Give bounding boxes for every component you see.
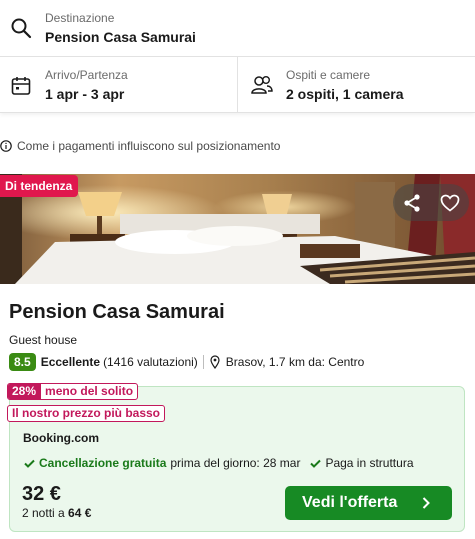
payment-ranking-text: Come i pagamenti influiscono sul posizio…	[17, 139, 281, 153]
trending-badge: Di tendenza	[0, 175, 79, 197]
payment-ranking-info[interactable]: Come i pagamenti influiscono sul posizio…	[0, 138, 280, 154]
hotel-type: Guest house	[9, 333, 78, 347]
rating-score-badge: 8.5	[9, 352, 36, 371]
location-text: Brasov, 1.7 km da: Centro	[225, 354, 365, 369]
destination-value: Pension Casa Samurai	[45, 29, 196, 45]
best-price-badge: Il nostro prezzo più basso	[7, 405, 166, 422]
destination-label: Destinazione	[45, 11, 115, 25]
discount-percent: 28%	[8, 384, 42, 399]
check-icon	[310, 459, 322, 468]
guests-value: 2 ospiti, 1 camera	[286, 86, 404, 102]
view-deal-button[interactable]: Vedi l'offerta	[285, 486, 452, 520]
rating-count[interactable]: (1416 valutazioni)	[103, 355, 198, 369]
rating-row: 8.5 Eccellente (1416 valutazioni) Brasov…	[9, 352, 364, 371]
total-price: 64 €	[68, 506, 92, 520]
nightly-price: 32 €	[22, 483, 61, 505]
nights-prefix: 2 notti a	[22, 506, 65, 520]
search-summary-card: Destinazione Pension Casa Samurai Arrivo…	[0, 0, 475, 113]
guests-icon	[251, 76, 273, 94]
discount-badge: 28% meno del solito	[7, 383, 139, 400]
dates-label: Arrivo/Partenza	[45, 68, 128, 82]
guests-label: Ospiti e camere	[286, 68, 371, 82]
calendar-icon	[11, 77, 31, 95]
info-icon	[0, 140, 12, 152]
view-deal-label: Vedi l'offerta	[302, 494, 398, 511]
divider	[202, 354, 204, 369]
chevron-right-icon	[422, 497, 430, 509]
cancellation-deadline: prima del giorno: 28 mar	[170, 456, 301, 470]
free-cancellation: Cancellazione gratuita	[39, 456, 167, 470]
dates-field[interactable]: Arrivo/Partenza 1 apr - 3 apr	[0, 57, 238, 113]
hotel-name[interactable]: Pension Casa Samurai	[9, 301, 225, 324]
heart-icon	[440, 194, 460, 212]
deal-perks: Cancellazione gratuita prima del giorno:…	[24, 455, 414, 471]
share-icon	[404, 193, 420, 212]
dates-value: 1 apr - 3 apr	[45, 86, 125, 102]
check-icon	[24, 459, 35, 468]
share-button[interactable]	[393, 184, 431, 221]
favorite-button[interactable]	[431, 184, 469, 221]
provider-name: Booking.com	[23, 431, 100, 445]
search-icon	[11, 18, 32, 39]
destination-field[interactable]: Destinazione Pension Casa Samurai	[0, 0, 475, 57]
guests-field[interactable]: Ospiti e camere 2 ospiti, 1 camera	[238, 57, 475, 113]
rating-word: Eccellente	[40, 354, 101, 369]
discount-text: meno del solito	[45, 384, 134, 398]
location-pin-icon	[210, 354, 220, 369]
total-price-line: 2 notti a 64 €	[22, 506, 91, 520]
pay-at-property: Paga in struttura	[325, 456, 414, 470]
